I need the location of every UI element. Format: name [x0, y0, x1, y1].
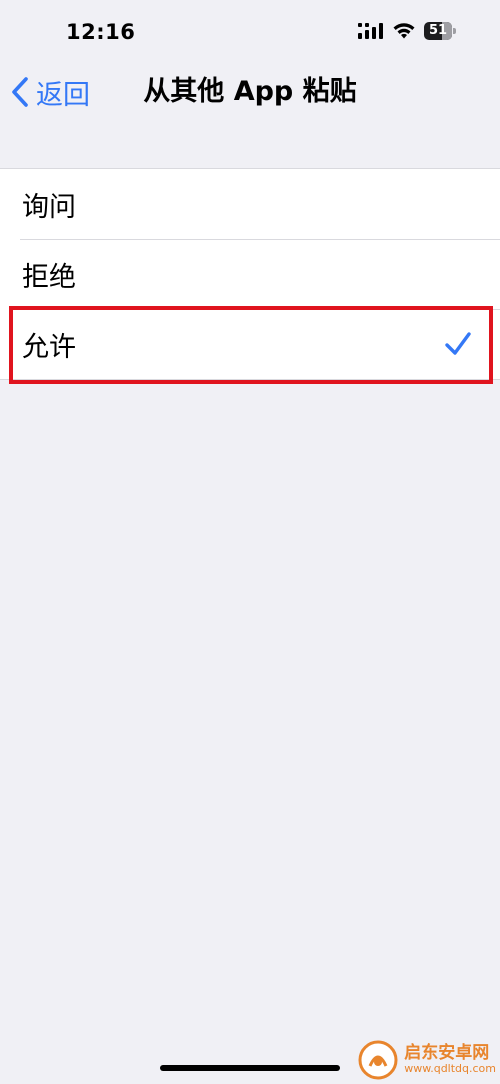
watermark: 启东安卓网 www.qdltdq.com — [358, 1040, 496, 1080]
status-time: 12:16 — [66, 20, 136, 44]
home-indicator[interactable] — [160, 1065, 340, 1071]
paste-permission-options: 询问 拒绝 允许 — [0, 168, 500, 380]
option-label: 允许 — [22, 331, 76, 363]
option-allow[interactable]: 允许 — [0, 309, 500, 379]
battery-icon: 51 — [424, 22, 456, 40]
status-icons: 51 — [358, 22, 456, 40]
wifi-icon — [392, 22, 416, 40]
navigation-bar: 从其他 App 粘贴 返回 — [0, 64, 500, 120]
back-button[interactable]: 返回 — [10, 72, 90, 112]
chevron-left-icon — [10, 76, 30, 108]
option-label: 询问 — [22, 191, 76, 223]
cellular-signal-icon — [358, 23, 384, 39]
option-deny[interactable]: 拒绝 — [0, 239, 500, 309]
checkmark-icon — [444, 331, 472, 357]
watermark-logo-icon — [358, 1040, 398, 1080]
watermark-text: 启东安卓网 www.qdltdq.com — [404, 1043, 496, 1076]
back-label: 返回 — [36, 79, 90, 111]
option-ask[interactable]: 询问 — [0, 169, 500, 239]
option-label: 拒绝 — [22, 261, 76, 293]
status-bar: 12:16 51 — [0, 0, 500, 64]
watermark-name: 启东安卓网 — [404, 1043, 490, 1064]
battery-body: 51 — [424, 22, 452, 40]
watermark-url: www.qdltdq.com — [404, 1062, 496, 1076]
battery-level: 51 — [428, 23, 448, 38]
